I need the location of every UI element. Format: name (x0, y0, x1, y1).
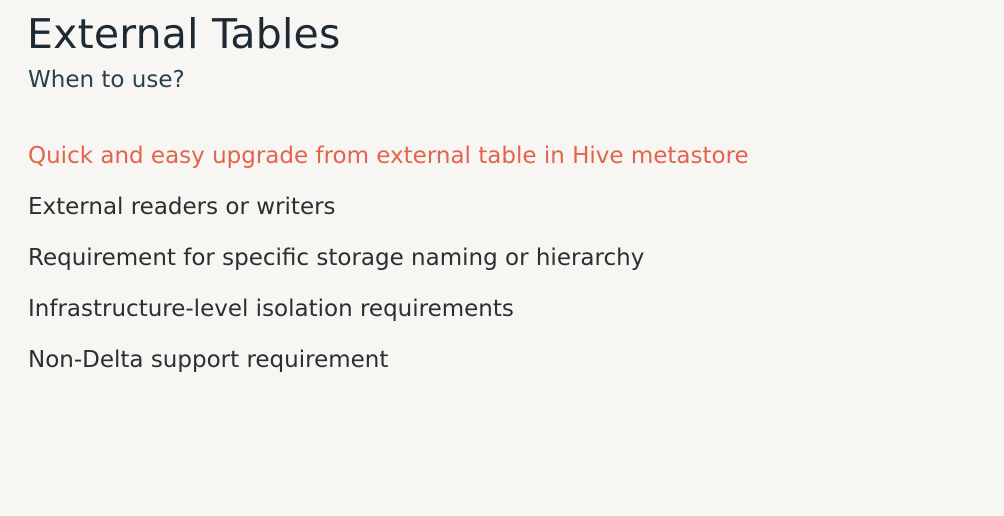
bullet-list: Quick and easy upgrade from external tab… (28, 140, 749, 395)
bullet-item: Infrastructure-level isolation requireme… (28, 296, 514, 322)
bullet-item: Non-Delta support requirement (28, 347, 389, 373)
slide-subtitle: When to use? (28, 67, 185, 93)
bullet-item-highlighted: Quick and easy upgrade from external tab… (28, 143, 749, 169)
bullet-item: External readers or writers (28, 194, 336, 220)
bullet-item: Requirement for specific storage naming … (28, 245, 645, 271)
slide-title: External Tables (27, 10, 341, 58)
slide: External Tables When to use? Quick and e… (0, 0, 1004, 516)
